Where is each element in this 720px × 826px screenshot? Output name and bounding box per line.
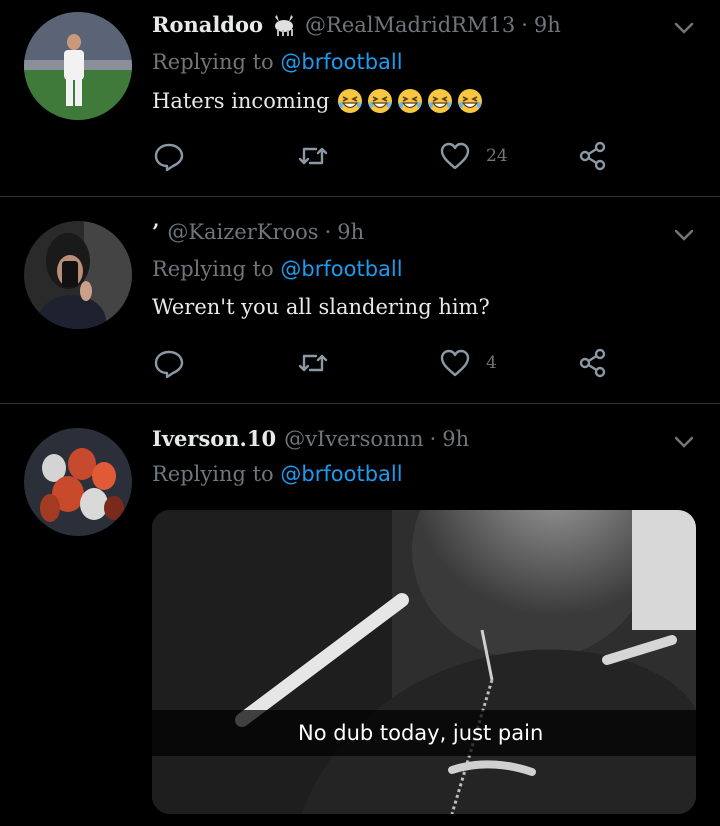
chevron-down-icon[interactable] bbox=[672, 430, 696, 454]
meme-photo bbox=[152, 510, 696, 814]
separator-dot: · bbox=[521, 12, 528, 37]
grinning-squinting-face-icon bbox=[428, 89, 453, 113]
tweet-text: Weren't you all slandering him? bbox=[152, 295, 490, 319]
reply-prefix: Replying to bbox=[152, 257, 274, 281]
like-button[interactable]: 4 bbox=[438, 345, 497, 381]
handle[interactable]: @RealMadridRM13 bbox=[305, 13, 515, 37]
heart-icon bbox=[440, 142, 470, 170]
chevron-down-icon[interactable] bbox=[672, 16, 696, 40]
timestamp[interactable]: 9h bbox=[442, 427, 469, 451]
retweet-button[interactable] bbox=[296, 138, 344, 174]
media-caption: No dub today, just pain bbox=[152, 710, 696, 756]
share-button[interactable] bbox=[576, 345, 610, 381]
share-icon bbox=[579, 348, 606, 378]
share-button[interactable] bbox=[576, 138, 610, 174]
tweet-text: Haters incoming bbox=[152, 88, 483, 114]
handle[interactable]: @KaizerKroos bbox=[167, 220, 318, 244]
replying-to: Replying to @brfootball bbox=[152, 50, 403, 74]
tweet[interactable]: ’ @KaizerKroos · 9h Replying to @brfootb… bbox=[0, 197, 720, 404]
tweet-text-content: Haters incoming bbox=[152, 89, 330, 113]
like-count: 4 bbox=[486, 353, 497, 373]
avatar[interactable] bbox=[24, 221, 132, 329]
mention-link[interactable]: @brfootball bbox=[280, 257, 402, 281]
reply-prefix: Replying to bbox=[152, 50, 274, 74]
reply-prefix: Replying to bbox=[152, 462, 274, 486]
chevron-down-icon[interactable] bbox=[672, 223, 696, 247]
retweet-icon bbox=[298, 147, 328, 165]
reply-icon bbox=[154, 143, 184, 172]
display-name[interactable]: Iverson.10 bbox=[152, 426, 276, 451]
grinning-squinting-face-icon bbox=[338, 89, 363, 113]
display-name[interactable]: Ronaldoo bbox=[152, 12, 263, 37]
avatar[interactable] bbox=[24, 428, 132, 536]
tweet-text-content: Weren't you all slandering him? bbox=[152, 295, 490, 319]
retweet-button[interactable] bbox=[296, 345, 344, 381]
reply-button[interactable] bbox=[152, 345, 200, 381]
mention-link[interactable]: @brfootball bbox=[280, 462, 402, 486]
tweet[interactable]: Ronaldoo @RealMadridRM13 · 9h Replying t… bbox=[0, 0, 720, 197]
display-name[interactable]: ’ bbox=[152, 219, 159, 244]
grinning-squinting-face-icon bbox=[368, 89, 393, 113]
mention-link[interactable]: @brfootball bbox=[280, 50, 402, 74]
grinning-squinting-face-icon bbox=[398, 89, 423, 113]
separator-dot: · bbox=[429, 426, 437, 451]
goat-icon bbox=[271, 13, 297, 37]
heart-icon bbox=[440, 349, 470, 377]
replying-to: Replying to @brfootball bbox=[152, 257, 403, 281]
reply-icon bbox=[154, 350, 184, 379]
share-icon bbox=[579, 141, 606, 171]
separator-dot: · bbox=[324, 219, 332, 244]
like-button[interactable]: 24 bbox=[438, 138, 508, 174]
like-count: 24 bbox=[486, 146, 508, 166]
replying-to: Replying to @brfootball bbox=[152, 462, 403, 486]
avatar[interactable] bbox=[24, 12, 132, 120]
handle[interactable]: @vIversonnn bbox=[284, 427, 423, 451]
timestamp[interactable]: 9h bbox=[534, 13, 561, 37]
timestamp[interactable]: 9h bbox=[337, 220, 364, 244]
reply-button[interactable] bbox=[152, 138, 200, 174]
retweet-icon bbox=[298, 354, 328, 372]
tweet-media-image[interactable]: No dub today, just pain bbox=[152, 510, 696, 814]
media-caption-text: No dub today, just pain bbox=[298, 721, 544, 745]
grinning-squinting-face-icon bbox=[458, 89, 483, 113]
